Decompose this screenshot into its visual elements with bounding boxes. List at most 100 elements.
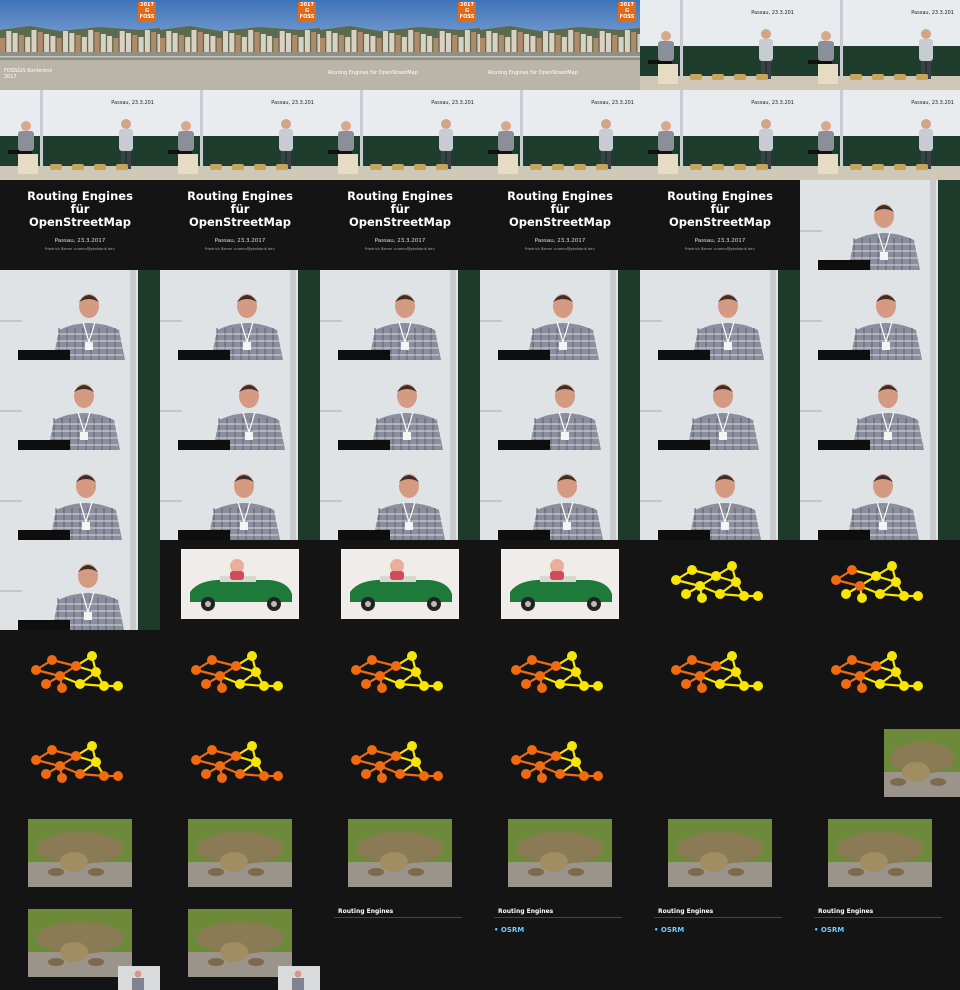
speaker-closeup — [800, 270, 960, 360]
slide-date: Passau, 23.3.2017 — [694, 238, 746, 244]
frame-stage: Passau, 23.3.201 — [800, 0, 960, 90]
slide-date-snippet: Passau, 23.3.201 — [911, 100, 954, 106]
road-graph-diagram — [671, 651, 763, 693]
routing-engines-slide: Routing Engines • OSRM — [800, 900, 960, 990]
road-graph-diagram — [31, 741, 123, 783]
snapping-turtle-photo — [828, 819, 932, 887]
frame-speaker — [640, 450, 800, 540]
frame-car — [160, 540, 320, 630]
speaker-closeup — [0, 540, 160, 630]
speaker-closeup — [320, 270, 480, 360]
frame-speaker — [800, 270, 960, 360]
toddler-in-toy-car-photo — [341, 549, 459, 619]
frame-speaker — [800, 450, 960, 540]
speaker-closeup — [640, 450, 800, 540]
snapping-turtle-photo — [28, 909, 160, 990]
slide-title-line-3: OpenStreetMap — [189, 215, 291, 229]
frame-graph — [640, 630, 800, 720]
frame-turtle — [480, 810, 640, 900]
speaker-closeup — [480, 360, 640, 450]
frame-title_card: 2017 G FOSS Routing Engines für OpenStree… — [320, 0, 480, 90]
frame-graph — [320, 630, 480, 720]
slide-date-snippet: Passau, 23.3.201 — [911, 10, 954, 16]
frame-graph — [160, 630, 320, 720]
routing-engines-slide: Routing Engines — [320, 900, 480, 990]
speaker-closeup — [160, 360, 320, 450]
talk-title-bar: Routing Engines für OpenStreetMap — [328, 70, 418, 76]
town-panorama — [160, 0, 320, 90]
osrm-bullet: • OSRM — [494, 926, 525, 934]
frame-speaker — [640, 270, 800, 360]
fossgis-logo: 2017 G FOSS — [138, 2, 156, 22]
frame-graph — [640, 540, 800, 630]
speaker-closeup — [160, 270, 320, 360]
fossgis-logo: 2017 G FOSS — [618, 2, 636, 22]
frame-speaker — [160, 450, 320, 540]
frame-speaker — [0, 540, 160, 630]
frame-speaker — [160, 360, 320, 450]
frame-grid: 2017 G FOSS FOSSGIS Konferenz 2017 2017 G F… — [0, 0, 960, 990]
frame-car — [480, 540, 640, 630]
road-graph-diagram — [511, 651, 603, 693]
title-slide: Routing Engines für OpenStreetMap Passau, 2… — [640, 180, 800, 270]
osrm-bullet: • OSRM — [654, 926, 685, 934]
speaker-closeup — [0, 270, 160, 360]
slide-date-snippet: Passau, 23.3.201 — [431, 100, 474, 106]
frame-speaker — [480, 360, 640, 450]
toddler-in-toy-car-photo — [501, 549, 619, 619]
frame-speaker — [480, 270, 640, 360]
road-graph-diagram — [671, 561, 763, 603]
frame-turtle — [160, 810, 320, 900]
snapping-turtle-photo — [884, 729, 960, 797]
fossgis-logo: 2017 G FOSS — [458, 2, 476, 22]
fossgis-logo: 2017 G FOSS — [298, 2, 316, 22]
frame-turtle — [0, 900, 160, 990]
speaker-closeup — [640, 360, 800, 450]
speaker-closeup — [160, 450, 320, 540]
frame-graph — [0, 630, 160, 720]
header-divider — [334, 917, 462, 918]
frame-turtle — [800, 720, 960, 810]
speaker-closeup — [800, 180, 960, 270]
slide-author: Friedrich Ramm <ramm@geofabrik.de> — [204, 247, 276, 251]
slide-date: Passau, 23.3.2017 — [54, 238, 106, 244]
slide-title-line-3: OpenStreetMap — [669, 215, 771, 229]
frame-graph — [800, 540, 960, 630]
frame-speaker — [640, 360, 800, 450]
speaker-closeup — [480, 450, 640, 540]
speaker-closeup — [640, 270, 800, 360]
frame-stage: Passau, 23.3.201 — [320, 90, 480, 180]
slide-date-snippet: Passau, 23.3.201 — [751, 100, 794, 106]
snapping-turtle-photo — [508, 819, 612, 887]
slide-date-snippet: Passau, 23.3.201 — [111, 100, 154, 106]
road-graph-diagram — [351, 651, 443, 693]
road-graph-diagram — [831, 651, 923, 693]
road-graph-diagram — [191, 741, 283, 783]
road-graph-diagram — [351, 741, 443, 783]
frame-graph — [160, 720, 320, 810]
frame-stage: Passau, 23.3.201 — [640, 90, 800, 180]
frame-speaker — [0, 360, 160, 450]
road-graph-diagram — [511, 741, 603, 783]
snapping-turtle-photo — [348, 819, 452, 887]
slide-author: Friedrich Ramm <ramm@geofabrik.de> — [684, 247, 756, 251]
frame-graph — [480, 630, 640, 720]
slide-author: Friedrich Ramm <ramm@geofabrik.de> — [364, 247, 436, 251]
frame-title_card: 2017 G FOSS — [160, 0, 320, 90]
frame-speaker — [160, 270, 320, 360]
toddler-in-toy-car-photo — [181, 549, 299, 619]
slide-author: Friedrich Ramm <ramm@geofabrik.de> — [524, 247, 596, 251]
slide-title-line-3: OpenStreetMap — [509, 215, 611, 229]
road-graph-diagram — [831, 561, 923, 603]
speaker-closeup — [320, 360, 480, 450]
frame-speaker — [800, 180, 960, 270]
snapping-turtle-photo — [188, 819, 292, 887]
title-slide: Routing Engines für OpenStreetMap Passau, 2… — [160, 180, 320, 270]
speaker-closeup — [800, 450, 960, 540]
frame-title_card: 2017 G FOSS FOSSGIS Konferenz 2017 — [0, 0, 160, 90]
slide-date-snippet: Passau, 23.3.201 — [591, 100, 634, 106]
speaker-closeup — [0, 450, 160, 540]
town-panorama — [0, 0, 160, 90]
road-graph-diagram — [191, 651, 283, 693]
title-slide: Routing Engines für OpenStreetMap Passau, 2… — [0, 180, 160, 270]
